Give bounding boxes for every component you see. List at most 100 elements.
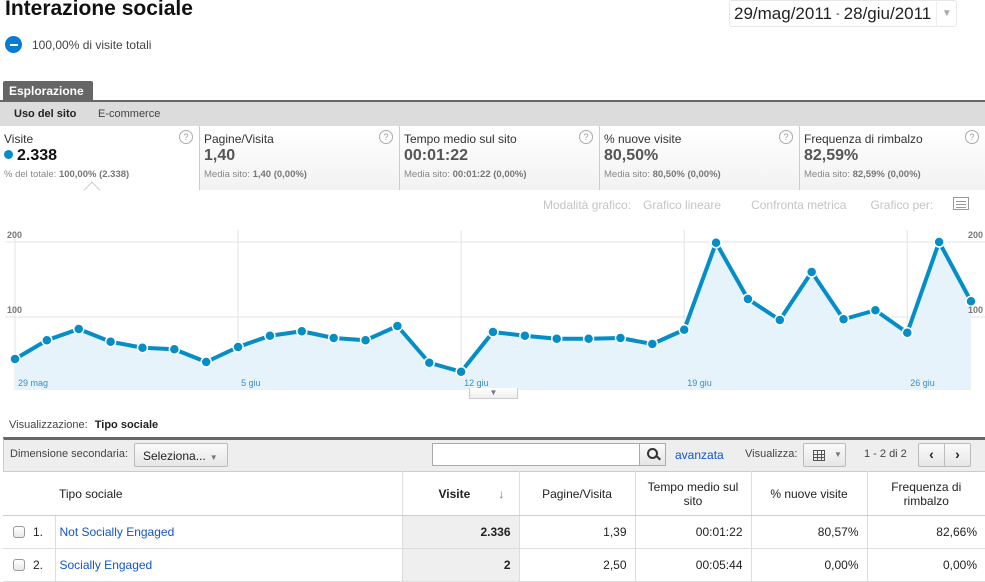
help-icon[interactable]: ? (179, 130, 193, 144)
x-tick-label: 26 giu (910, 378, 935, 388)
cell-visite: 2.336 (402, 515, 520, 549)
metric-visite[interactable]: Visite 2.338 % del totale: 100,00% (2.33… (0, 126, 200, 190)
page-title: Interazione sociale (5, 0, 193, 20)
chart-by-list-icon[interactable] (953, 197, 969, 210)
data-point (519, 330, 531, 342)
chart-by-label: Grafico per: (870, 198, 934, 212)
metric-name: Frequenza di rimbalzo (804, 132, 923, 146)
data-point (136, 342, 149, 354)
data-point (487, 326, 499, 338)
metric-tempo-medio[interactable]: Tempo medio sul sito 00:01:22 Media sito… (400, 126, 600, 190)
table-row: 2. Socially Engaged 2 2,50 00:05:44 0,00… (3, 548, 985, 582)
pagination-text: 1 - 2 di 2 (864, 448, 907, 460)
row-number: 2. (33, 558, 44, 572)
x-tick-label: 12 giu (464, 378, 489, 388)
view-type-select[interactable]: ▼ (803, 443, 846, 467)
metric-value: 00:01:22 (404, 147, 469, 164)
table-row: 1. Not Socially Engaged 2.336 1,39 00:01… (3, 515, 985, 549)
visualization-selector: Visualizzazione: Tipo sociale (9, 419, 158, 431)
help-icon[interactable]: ? (779, 130, 793, 144)
data-point (837, 313, 850, 325)
data-point (391, 320, 404, 332)
col-header-pagine-visita[interactable]: Pagine/Visita (519, 471, 636, 516)
y-tick-label-right: 200 (968, 230, 983, 240)
metric-value: 1,40 (204, 147, 236, 164)
y-tick-label-left: 100 (7, 305, 22, 315)
sort-desc-icon[interactable]: ↓ (498, 487, 504, 501)
data-point (805, 266, 818, 278)
grid-icon (813, 450, 825, 461)
segment-indicator[interactable]: 100,00% di visite totali (5, 36, 151, 53)
metric-pagine-visita[interactable]: Pagine/Visita 1,40 Media sito: 1,40 (0,0… (200, 126, 400, 190)
x-tick-label: 19 giu (687, 378, 712, 388)
advanced-filter-link[interactable]: avanzata (675, 448, 724, 462)
help-icon[interactable]: ? (579, 130, 593, 144)
y-tick-label-right: 100 (968, 305, 983, 315)
data-point (327, 332, 340, 344)
chart-mode-line[interactable]: Grafico lineare (643, 198, 721, 212)
help-icon[interactable]: ? (965, 130, 979, 144)
data-point (933, 236, 945, 248)
row-name-link[interactable]: Socially Engaged (60, 558, 153, 572)
date-end: 28/giu/2011 (843, 3, 932, 23)
metric-name: Visite (4, 132, 34, 146)
metric-frequenza-rimbalzo[interactable]: Frequenza di rimbalzo 82,59% Media sito:… (800, 126, 985, 190)
x-tick-label: 29 mag (18, 378, 48, 388)
col-header-tempo-medio[interactable]: Tempo medio sul sito (635, 471, 752, 516)
metric-sub-value: 100,00% (2.338) (58, 169, 130, 180)
chart-collapse-toggle[interactable]: ▼ (469, 388, 518, 399)
data-point (646, 338, 659, 350)
metric-name: Pagine/Visita (204, 132, 274, 146)
metric-sub-label: Media sito: (804, 169, 850, 180)
date-range-picker[interactable]: 29/mag/2011 - 28/giu/2011 ▼ (729, 0, 958, 27)
view-label: Visualizza: (745, 448, 798, 460)
next-page-button[interactable]: › (944, 443, 971, 467)
row-checkbox[interactable] (13, 559, 25, 571)
secondary-dimension-select[interactable]: Seleziona... ▼ (134, 443, 228, 467)
data-table: Tipo sociale Visite ↓ Pagine/Visita Tempo… (3, 471, 985, 582)
date-start: 29/mag/2011 (734, 3, 832, 23)
subtab-uso-del-sito[interactable]: Uso del sito (14, 108, 76, 120)
metric-value: 82,59% (804, 147, 859, 164)
y-tick-label-left: 200 (7, 230, 22, 240)
chevron-down-icon: ▼ (834, 450, 842, 459)
tab-esplorazione[interactable]: Esplorazione (3, 81, 93, 101)
data-point (678, 324, 690, 336)
data-point (232, 341, 244, 353)
metric-value: 2.338 (17, 147, 58, 164)
row-checkbox[interactable] (13, 526, 25, 538)
col-header-visite[interactable]: Visite ↓ (402, 471, 520, 516)
row-number: 1. (33, 525, 44, 539)
metric-sub-value: 80,50% (0,00%) (652, 169, 721, 180)
col-header-frequenza-rimbalzo[interactable]: Frequenza di rimbalzo (867, 471, 985, 516)
segment-pie-icon (5, 36, 22, 53)
x-tick-label: 5 giu (241, 378, 261, 388)
subtab-ecommerce[interactable]: E-commerce (98, 108, 160, 120)
search-icon[interactable] (639, 443, 666, 466)
cell-frequenza-rimbalzo: 0,00% (867, 548, 985, 582)
metric-nuove-visite[interactable]: % nuove visite 80,50% Media sito: 80,50%… (600, 126, 800, 190)
viz-label: Visualizzazione: (9, 419, 88, 431)
row-name-link[interactable]: Not Socially Engaged (60, 525, 175, 539)
compare-metric-link[interactable]: Confronta metrica (751, 198, 846, 212)
date-separator: - (835, 7, 840, 20)
data-point (901, 327, 914, 339)
data-point (774, 314, 786, 326)
data-point (264, 330, 276, 342)
data-point (168, 343, 181, 355)
table-search-input[interactable] (432, 443, 640, 466)
col-header-nuove-visite[interactable]: % nuove visite (751, 471, 868, 516)
col-header-tipo-sociale[interactable]: Tipo sociale (55, 471, 403, 516)
prev-page-button[interactable]: ‹ (918, 443, 945, 467)
help-icon[interactable]: ? (379, 130, 393, 144)
data-point (359, 334, 372, 346)
data-point (742, 293, 754, 305)
data-point (614, 332, 627, 344)
chevron-down-icon[interactable]: ▼ (936, 0, 956, 27)
metric-sub-label: Media sito: (404, 169, 450, 180)
chart-mode-label: Modalità grafico: (543, 198, 632, 212)
viz-tab-tipo-sociale[interactable]: Tipo sociale (95, 419, 158, 431)
data-point (41, 334, 53, 346)
metric-sub-label: % del totale: (4, 169, 57, 180)
metric-value: 80,50% (604, 147, 659, 164)
